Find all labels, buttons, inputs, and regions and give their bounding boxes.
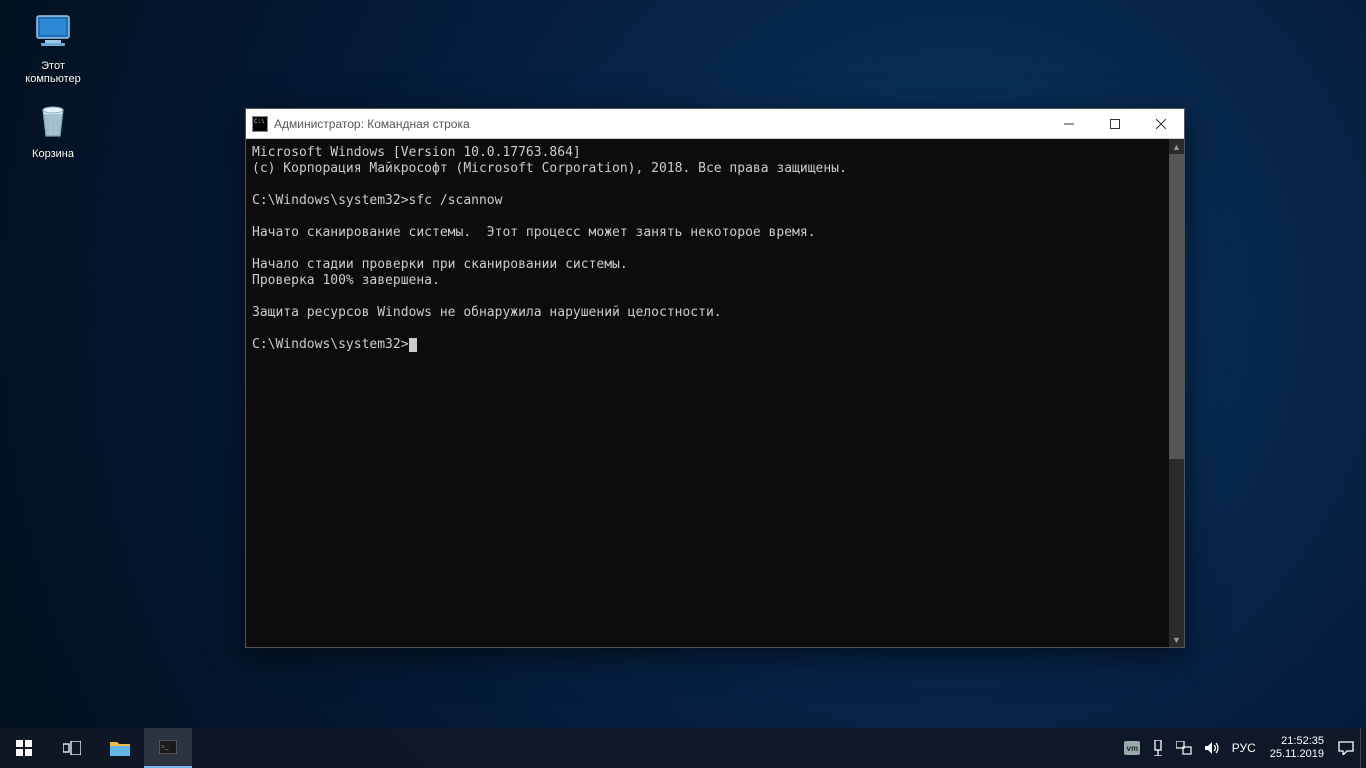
desktop-icon-recycle-bin[interactable]: Корзина: [14, 96, 92, 161]
maximize-button[interactable]: [1092, 109, 1138, 139]
taskbar-file-explorer[interactable]: [96, 728, 144, 768]
recycle-bin-icon: [29, 96, 77, 144]
task-view-button[interactable]: [48, 728, 96, 768]
scrollbar[interactable]: ▲ ▼: [1169, 139, 1184, 647]
show-desktop-button[interactable]: [1360, 728, 1366, 768]
desktop-icon-label: Корзина: [14, 148, 92, 161]
tray-clock[interactable]: 21:52:35 25.11.2019: [1262, 728, 1332, 768]
cmd-window[interactable]: Администратор: Командная строка Microsof…: [245, 108, 1185, 648]
minimize-button[interactable]: [1046, 109, 1092, 139]
cursor: [409, 338, 417, 352]
svg-text:vm: vm: [1126, 744, 1138, 753]
scroll-up-arrow[interactable]: ▲: [1169, 139, 1184, 154]
tray-time: 21:52:35: [1281, 735, 1324, 748]
tray-device-icon[interactable]: [1146, 728, 1170, 768]
tray-network-icon[interactable]: [1170, 728, 1198, 768]
tray-action-center[interactable]: [1332, 728, 1360, 768]
taskbar[interactable]: >_ vm РУС 21:52:35 25.11.2019: [0, 728, 1366, 768]
file-explorer-icon: [110, 740, 130, 756]
tray-language[interactable]: РУС: [1226, 728, 1262, 768]
tray-volume-icon[interactable]: [1198, 728, 1226, 768]
cmd-icon: >_: [159, 740, 177, 754]
desktop-icon-label: Этот компьютер: [14, 60, 92, 86]
start-button[interactable]: [0, 728, 48, 768]
cmd-app-icon: [252, 116, 268, 132]
desktop[interactable]: Этот компьютер Корзина Администратор: Ко…: [0, 0, 1366, 768]
console-area[interactable]: Microsoft Windows [Version 10.0.17763.86…: [246, 139, 1184, 647]
window-title: Администратор: Командная строка: [274, 117, 1046, 131]
scroll-down-arrow[interactable]: ▼: [1169, 632, 1184, 647]
tray-date: 25.11.2019: [1270, 748, 1324, 761]
close-button[interactable]: [1138, 109, 1184, 139]
windows-logo-icon: [16, 740, 32, 756]
system-tray[interactable]: vm РУС 21:52:35 25.11.2019: [1118, 728, 1366, 768]
desktop-icon-this-pc[interactable]: Этот компьютер: [14, 8, 92, 86]
console-output[interactable]: Microsoft Windows [Version 10.0.17763.86…: [246, 139, 1169, 647]
this-pc-icon: [29, 8, 77, 56]
svg-text:>_: >_: [161, 743, 169, 751]
scroll-thumb[interactable]: [1169, 154, 1184, 459]
titlebar[interactable]: Администратор: Командная строка: [246, 109, 1184, 139]
tray-vm-icon[interactable]: vm: [1118, 728, 1146, 768]
taskbar-cmd[interactable]: >_: [144, 728, 192, 768]
task-view-icon: [63, 741, 81, 755]
